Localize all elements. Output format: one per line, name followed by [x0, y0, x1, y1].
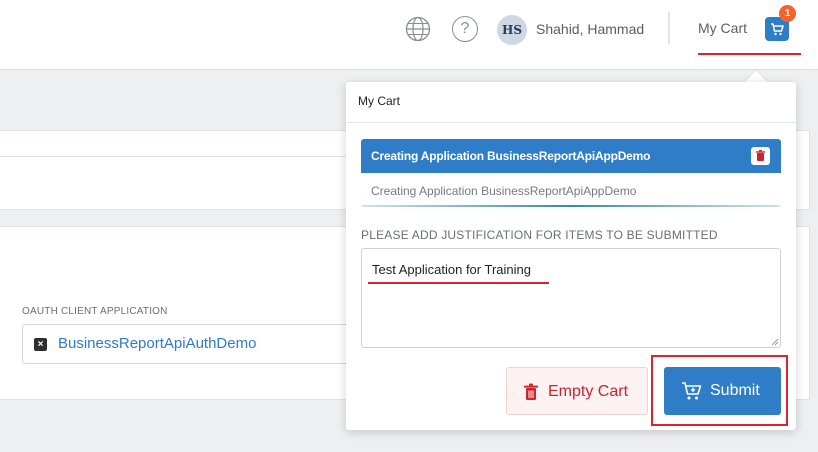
cart-item-header: Creating Application BusinessReportApiAp…: [361, 139, 781, 173]
cart-item-title: Creating Application BusinessReportApiAp…: [371, 149, 651, 163]
oauth-client-value: BusinessReportApiAuthDemo: [58, 335, 257, 352]
my-cart-highlight-underline: [698, 53, 801, 55]
justification-label: PLEASE ADD JUSTIFICATION FOR ITEMS TO BE…: [361, 228, 718, 242]
resize-handle-icon[interactable]: [771, 338, 779, 346]
popover-title: My Cart: [358, 94, 400, 108]
submit-highlight-box: [651, 355, 788, 426]
trash-icon: [524, 383, 538, 400]
empty-cart-button[interactable]: Empty Cart: [506, 367, 648, 415]
remove-selection-icon[interactable]: ×: [34, 338, 47, 351]
justification-textarea[interactable]: Test Application for Training: [361, 248, 781, 348]
my-cart-link[interactable]: My Cart: [698, 20, 747, 36]
cart-count-badge: 1: [779, 5, 796, 22]
help-icon[interactable]: ?: [452, 16, 478, 42]
header-divider: [668, 12, 670, 44]
trash-icon: [756, 150, 765, 161]
empty-cart-label: Empty Cart: [548, 383, 629, 400]
oauth-client-field[interactable]: × BusinessReportApiAuthDemo: [22, 324, 362, 364]
user-name[interactable]: Shahid, Hammad: [536, 21, 644, 37]
background-input-strip: [0, 156, 358, 210]
popover-divider: [346, 122, 796, 123]
globe-icon[interactable]: [405, 16, 431, 42]
top-header: ? HS Shahid, Hammad My Cart 1: [0, 0, 818, 70]
cart-item-description: Creating Application BusinessReportApiAp…: [371, 184, 637, 198]
cart-item-accent-line: [361, 205, 781, 207]
justification-highlight-underline: [368, 282, 549, 284]
remove-item-button[interactable]: [751, 147, 770, 165]
oauth-client-label: OAUTH CLIENT APPLICATION: [22, 306, 168, 317]
avatar[interactable]: HS: [497, 15, 527, 45]
cart-item: Creating Application BusinessReportApiAp…: [361, 139, 781, 207]
